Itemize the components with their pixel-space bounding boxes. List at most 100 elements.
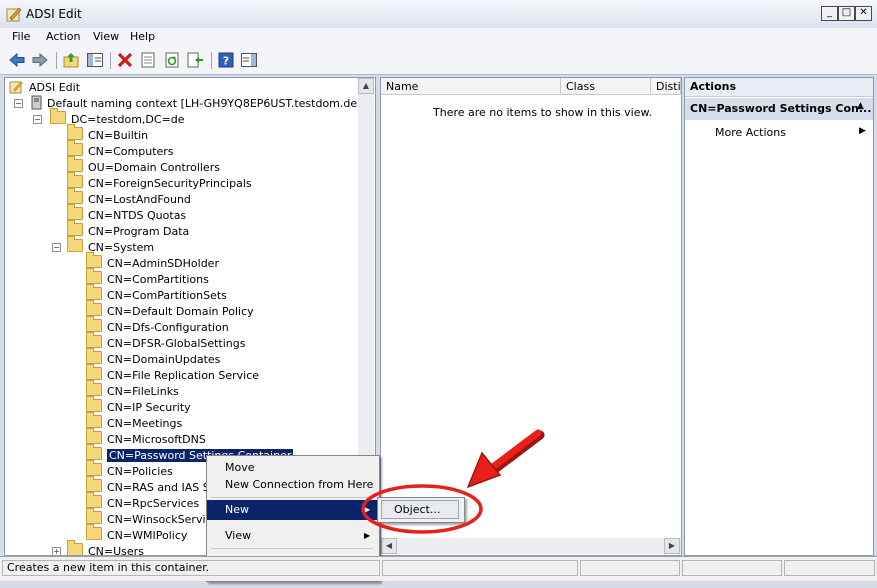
menu-separator [211,548,373,549]
show-hide-tree-icon[interactable] [86,51,104,69]
tree-node-label: CN=Policies [107,465,173,478]
tree-node[interactable]: CN=IP Security [86,396,191,415]
tree-node[interactable]: CN=FileLinks [86,380,179,399]
tree-node[interactable]: CN=NTDS Quotas [67,204,187,223]
properties-icon[interactable] [139,51,157,69]
actions-section-header[interactable]: CN=Password Settings Con... ▲ [685,98,873,120]
annotation-overlay [361,429,545,534]
folder-icon [86,492,102,508]
tree-naming-context[interactable]: Default naming context [LH-GH9YQ8EP6UST.… [31,95,375,111]
show-hide-action-pane-icon[interactable] [240,51,258,69]
scroll-left-button[interactable]: ◀ [381,538,397,554]
expand-toggle[interactable]: + [52,547,61,555]
tree-node-label: CN=DFSR-GlobalSettings [107,337,246,350]
tree-node[interactable]: CN=Dfs-Configuration [86,316,229,335]
folder-icon [86,268,102,284]
actions-header-label: Actions [690,80,736,93]
tree-node-label: CN=DomainUpdates [107,353,221,366]
actions-pane: Actions CN=Password Settings Con... ▲ Mo… [684,77,874,556]
folder-icon [67,540,83,555]
menu-item-view-label: View [225,529,252,542]
close-button[interactable]: ✕ [855,6,872,21]
tree-node-label: CN=Computers [88,145,174,158]
help-icon[interactable]: ? [217,51,235,69]
adsi-edit-app-icon [6,7,22,22]
folder-icon [86,396,102,412]
maximize-button[interactable]: □ [838,6,855,21]
tree-node-label: CN=ComPartitions [107,273,209,286]
menu-help[interactable]: Help [130,30,155,43]
collapse-toggle[interactable]: − [33,115,42,124]
tree-node-label: CN=FileLinks [107,385,179,398]
svg-text:?: ? [223,55,229,68]
folder-icon [86,364,102,380]
more-actions-item[interactable]: More Actions ▶ [685,124,873,142]
tree-node[interactable]: CN=RpcServices [86,492,199,511]
tree-node[interactable]: CN=MicrosoftDNS [86,428,206,447]
folder-icon [86,508,102,524]
actions-header: Actions [685,78,873,97]
folder-icon [86,412,102,428]
tree-node-users[interactable]: CN=Users [67,540,144,556]
tree-node[interactable]: CN=Default Domain Policy [86,300,254,319]
tree-node[interactable]: CN=DomainUpdates [86,348,221,367]
tree-node[interactable]: CN=AdminSDHolder [86,252,219,271]
annotation-ellipse [361,484,483,534]
refresh-icon[interactable] [163,51,181,69]
folder-icon [86,348,102,364]
tree-node-label: CN=Program Data [88,225,190,238]
minimize-button[interactable]: _ [821,6,838,21]
forward-arrow-icon[interactable] [31,51,49,69]
tree-node[interactable]: CN=ComPartitionSets [86,284,227,303]
tree-node[interactable]: CN=Computers [67,140,174,159]
scroll-up-button[interactable]: ▲ [358,78,374,94]
tree-node-label: CN=Dfs-Configuration [107,321,229,334]
menu-file[interactable]: File [12,30,30,43]
tree-node[interactable]: CN=Builtin [67,124,148,143]
more-actions-label: More Actions [715,126,786,139]
status-text: Creates a new item in this container. [2,560,380,576]
folder-icon [86,524,102,540]
delete-icon[interactable] [116,51,134,69]
tree-node-label: CN=NTDS Quotas [88,209,187,222]
export-list-icon[interactable] [186,51,204,69]
collapse-up-icon[interactable]: ▲ [857,101,864,111]
tree-node[interactable]: CN=Meetings [86,412,182,431]
collapse-toggle[interactable]: − [14,99,23,108]
tree-node[interactable]: CN=System [67,236,154,255]
up-folder-icon[interactable] [62,51,80,69]
scroll-right-button[interactable]: ▶ [664,538,680,554]
column-header-name[interactable]: Name [381,78,561,95]
tree-root[interactable]: ADSI Edit [9,79,80,95]
menu-view[interactable]: View [93,30,119,43]
folder-icon [67,124,83,140]
tree-node[interactable]: CN=RAS and IAS Ser [86,476,222,495]
tree-node-label: CN=LostAndFound [88,193,191,206]
tree-node-label: CN=RAS and IAS Ser [107,481,222,494]
column-header-distinguished-name[interactable]: Disti [651,78,681,95]
tree-domain-label: DC=testdom,DC=de [71,113,185,126]
tree-node[interactable]: CN=Program Data [67,220,190,239]
submenu-arrow-icon: ▶ [859,126,866,136]
list-horizontal-scrollbar[interactable]: ◀ ▶ [381,538,681,554]
tree-node[interactable]: CN=ForeignSecurityPrincipals [67,172,252,191]
tree-node[interactable]: CN=Policies [86,460,173,479]
toolbar-separator [211,52,212,69]
tree-node[interactable]: CN=File Replication Service [86,364,259,383]
tree-node-label: CN=Users [88,545,144,556]
tree-node[interactable]: CN=WinsockServices [86,508,224,527]
tree-node[interactable]: CN=DFSR-GlobalSettings [86,332,246,351]
collapse-toggle[interactable]: − [52,243,61,252]
folder-icon [67,156,83,172]
tree-node[interactable]: OU=Domain Controllers [67,156,220,175]
status-panel [382,560,578,576]
column-header-class[interactable]: Class [561,78,651,95]
back-arrow-icon[interactable] [8,51,26,69]
tree-node[interactable]: CN=WMIPolicy [86,524,187,543]
menu-action[interactable]: Action [46,30,80,43]
tree-node[interactable]: CN=LostAndFound [67,188,191,207]
tree-node[interactable]: CN=ComPartitions [86,268,209,287]
folder-icon [86,332,102,348]
tree-node-label: CN=ComPartitionSets [107,289,227,302]
folder-icon [86,476,102,492]
